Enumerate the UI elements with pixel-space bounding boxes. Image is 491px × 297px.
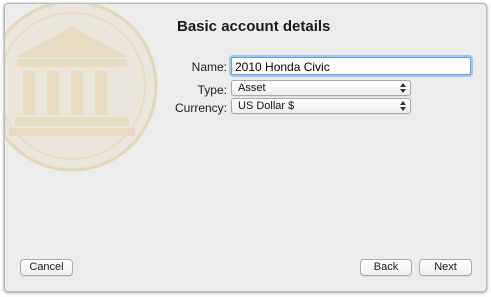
type-popup[interactable]: Asset	[231, 80, 411, 96]
currency-selected-value: US Dollar $	[238, 100, 295, 112]
back-button[interactable]: Back	[360, 259, 412, 276]
currency-popup[interactable]: US Dollar $	[231, 98, 411, 114]
up-down-arrows-icon	[400, 83, 406, 93]
currency-label: Currency:	[174, 101, 227, 115]
type-label: Type:	[197, 83, 227, 97]
cancel-button[interactable]: Cancel	[20, 259, 73, 276]
up-down-arrows-icon	[400, 101, 406, 111]
dialog-window: Basic account details Name: Type: Asset …	[4, 3, 487, 292]
page-title: Basic account details	[177, 18, 331, 35]
name-label: Name:	[191, 60, 227, 74]
type-selected-value: Asset	[238, 82, 266, 94]
next-button[interactable]: Next	[419, 259, 472, 276]
name-field[interactable]	[231, 57, 471, 75]
